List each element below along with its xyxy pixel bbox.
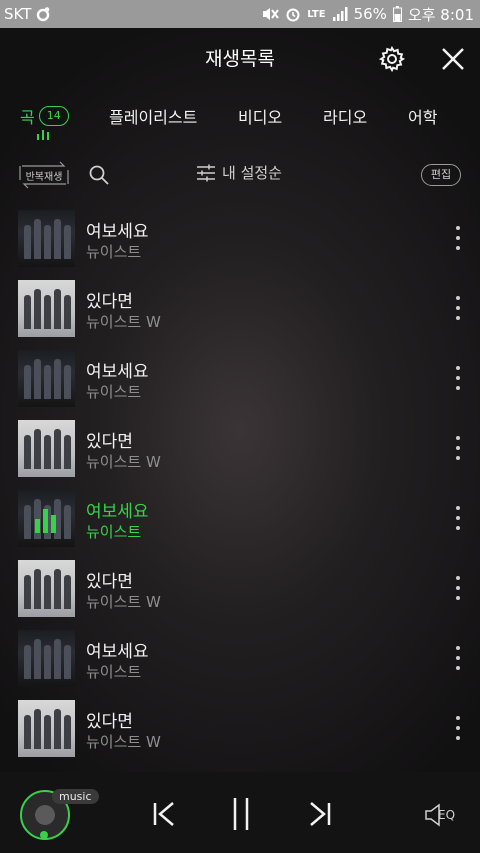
sort-label: 내 설정순 — [222, 164, 282, 182]
more-options-icon[interactable] — [452, 226, 464, 250]
song-title: 있다면 — [86, 572, 133, 592]
search-button[interactable] — [88, 164, 110, 186]
tab-playlist[interactable]: 플레이리스트 — [109, 104, 197, 128]
album-art — [18, 700, 75, 757]
song-count-badge: 14 — [38, 106, 69, 126]
close-icon — [442, 48, 464, 70]
song-title: 여보세요 — [86, 642, 149, 662]
song-row[interactable]: 여보세요 뉴이스트 — [0, 624, 480, 694]
battery-icon — [392, 6, 402, 22]
eq-button[interactable]: EQ — [424, 802, 460, 828]
signal-icon — [332, 7, 348, 21]
eq-label: EQ — [438, 808, 456, 822]
more-options-icon[interactable] — [452, 576, 464, 600]
pause-icon — [233, 798, 249, 830]
page-title: 재생목록 — [205, 48, 275, 70]
sliders-icon — [197, 164, 215, 181]
settings-button[interactable] — [378, 45, 406, 73]
song-artist: 뉴이스트 — [86, 523, 142, 541]
repeat-button[interactable]: 반복재생 — [18, 160, 70, 190]
next-button[interactable] — [306, 800, 334, 828]
mute-icon — [261, 6, 280, 22]
album-art — [18, 280, 75, 337]
edit-button[interactable]: 편집 — [421, 164, 461, 186]
pause-button[interactable] — [228, 796, 254, 832]
playlist-toolbar: 반복재생 내 설정순 편집 — [0, 156, 480, 196]
category-tabs: 곡 14 플레이리스트 비디오 라디오 어학 — [0, 92, 480, 144]
song-row[interactable]: 있다면 뉴이스트 W — [0, 694, 480, 764]
song-row[interactable]: 여보세요 뉴이스트 — [0, 344, 480, 414]
album-art — [18, 210, 75, 267]
song-title: 여보세요 — [86, 362, 149, 382]
carrier-label: SKT — [4, 5, 32, 23]
close-button[interactable] — [438, 44, 468, 74]
mini-player: music EQ — [0, 772, 480, 853]
repeat-label: 반복재생 — [25, 172, 63, 183]
album-art — [18, 630, 75, 687]
song-artist: 뉴이스트 W — [86, 733, 161, 751]
song-artist: 뉴이스트 — [86, 663, 142, 681]
tab-song[interactable]: 곡 14 — [20, 104, 69, 128]
album-art — [18, 560, 75, 617]
song-artist: 뉴이스트 W — [86, 453, 161, 471]
album-art — [18, 420, 75, 477]
sort-button[interactable]: 내 설정순 — [196, 162, 282, 183]
previous-button[interactable] — [150, 800, 178, 828]
clock: 오후 8:01 — [407, 5, 474, 24]
album-art — [18, 350, 75, 407]
tab-video[interactable]: 비디오 — [238, 104, 282, 128]
song-artist: 뉴이스트 — [86, 243, 142, 261]
music-badge: music — [52, 789, 99, 804]
battery-percent: 56% — [353, 5, 387, 23]
alarm-icon — [285, 6, 301, 22]
song-row[interactable]: 여보세요 뉴이스트 — [0, 484, 480, 554]
song-title: 있다면 — [86, 432, 133, 452]
more-options-icon[interactable] — [452, 716, 464, 740]
more-options-icon[interactable] — [452, 366, 464, 390]
progress-dot — [40, 831, 48, 839]
search-icon — [89, 165, 109, 185]
song-artist: 뉴이스트 W — [86, 593, 161, 611]
song-title: 있다면 — [86, 712, 133, 732]
song-artist: 뉴이스트 W — [86, 313, 161, 331]
song-row[interactable]: 있다면 뉴이스트 W — [0, 274, 480, 344]
song-title: 여보세요 — [86, 502, 149, 522]
gear-icon — [378, 45, 406, 73]
network-label: LTE — [307, 8, 326, 20]
now-playing-icon — [35, 509, 56, 533]
tab-song-label: 곡 — [20, 108, 35, 127]
status-bar: SKT LTE 56% 오후 8:01 — [0, 0, 480, 28]
tab-active-indicator — [37, 130, 49, 140]
more-options-icon[interactable] — [452, 436, 464, 460]
song-title: 여보세요 — [86, 222, 149, 242]
album-art — [18, 490, 75, 547]
skip-next-icon — [310, 802, 331, 826]
more-options-icon[interactable] — [452, 296, 464, 320]
song-row[interactable]: 있다면 뉴이스트 W — [0, 554, 480, 624]
skip-previous-icon — [153, 802, 174, 826]
song-title: 있다면 — [86, 292, 133, 312]
header: 재생목록 — [0, 28, 480, 90]
song-row[interactable]: 여보세요 뉴이스트 — [0, 204, 480, 274]
more-options-icon[interactable] — [452, 646, 464, 670]
song-artist: 뉴이스트 — [86, 383, 142, 401]
song-row[interactable]: 있다면 뉴이스트 W — [0, 414, 480, 484]
tab-language[interactable]: 어학 — [408, 104, 437, 128]
tab-radio[interactable]: 라디오 — [323, 104, 367, 128]
notification-icon — [35, 6, 51, 22]
more-options-icon[interactable] — [452, 506, 464, 530]
